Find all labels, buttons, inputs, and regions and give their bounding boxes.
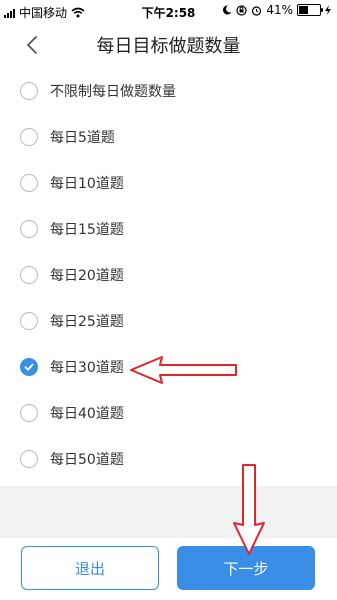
radio-button[interactable] xyxy=(20,220,38,238)
option-40[interactable]: 每日40道题 xyxy=(0,390,337,436)
gray-spacer xyxy=(0,486,337,538)
chevron-left-icon xyxy=(27,36,37,54)
option-label: 每日50道题 xyxy=(50,452,124,468)
page-title: 每日目标做题数量 xyxy=(96,36,241,57)
option-50[interactable]: 每日50道题 xyxy=(0,436,337,482)
next-button-label: 下一步 xyxy=(223,559,269,578)
radio-button[interactable] xyxy=(20,266,38,284)
radio-button-checked[interactable] xyxy=(20,358,38,376)
option-label: 每日40道题 xyxy=(50,406,124,422)
option-label: 每日30道题 xyxy=(50,360,124,376)
moon-icon xyxy=(223,5,232,15)
option-15[interactable]: 每日15道题 xyxy=(0,206,337,252)
options-list: 不限制每日做题数量 每日5道题 每日10道题 每日15道题 每日20道题 每日2… xyxy=(0,68,337,482)
option-unlimited[interactable]: 不限制每日做题数量 xyxy=(0,68,337,114)
exit-button-label: 退出 xyxy=(74,559,105,578)
back-button[interactable] xyxy=(22,34,44,56)
bottom-bar: 退出 下一步 xyxy=(0,538,337,600)
exit-button[interactable]: 退出 xyxy=(21,546,159,590)
option-label: 每日10道题 xyxy=(50,176,124,192)
annotation-arrow-down-icon xyxy=(233,464,265,555)
battery-icon xyxy=(297,4,323,16)
nav-bar: 每日目标做题数量 xyxy=(0,22,337,68)
option-label: 每日15道题 xyxy=(50,222,124,238)
status-right: 41% xyxy=(222,3,331,17)
checkmark-icon xyxy=(24,363,34,371)
option-label: 每日25道题 xyxy=(50,314,124,330)
battery-percent: 41% xyxy=(266,3,293,17)
option-5[interactable]: 每日5道题 xyxy=(0,114,337,160)
option-20[interactable]: 每日20道题 xyxy=(0,252,337,298)
option-label: 不限制每日做题数量 xyxy=(50,84,176,100)
option-10[interactable]: 每日10道题 xyxy=(0,160,337,206)
radio-button[interactable] xyxy=(20,404,38,422)
option-label: 每日20道题 xyxy=(50,268,124,284)
option-25[interactable]: 每日25道题 xyxy=(0,298,337,344)
radio-button[interactable] xyxy=(20,174,38,192)
alarm-icon xyxy=(252,5,262,16)
charging-icon xyxy=(325,5,331,15)
radio-button[interactable] xyxy=(20,82,38,100)
radio-button[interactable] xyxy=(20,312,38,330)
annotation-arrow-left-icon xyxy=(130,356,237,384)
option-label: 每日5道题 xyxy=(50,130,115,146)
radio-button[interactable] xyxy=(20,450,38,468)
radio-button[interactable] xyxy=(20,128,38,146)
status-bar: 中国移动 下午2:58 41% xyxy=(0,0,337,22)
rotation-lock-icon xyxy=(236,4,247,16)
